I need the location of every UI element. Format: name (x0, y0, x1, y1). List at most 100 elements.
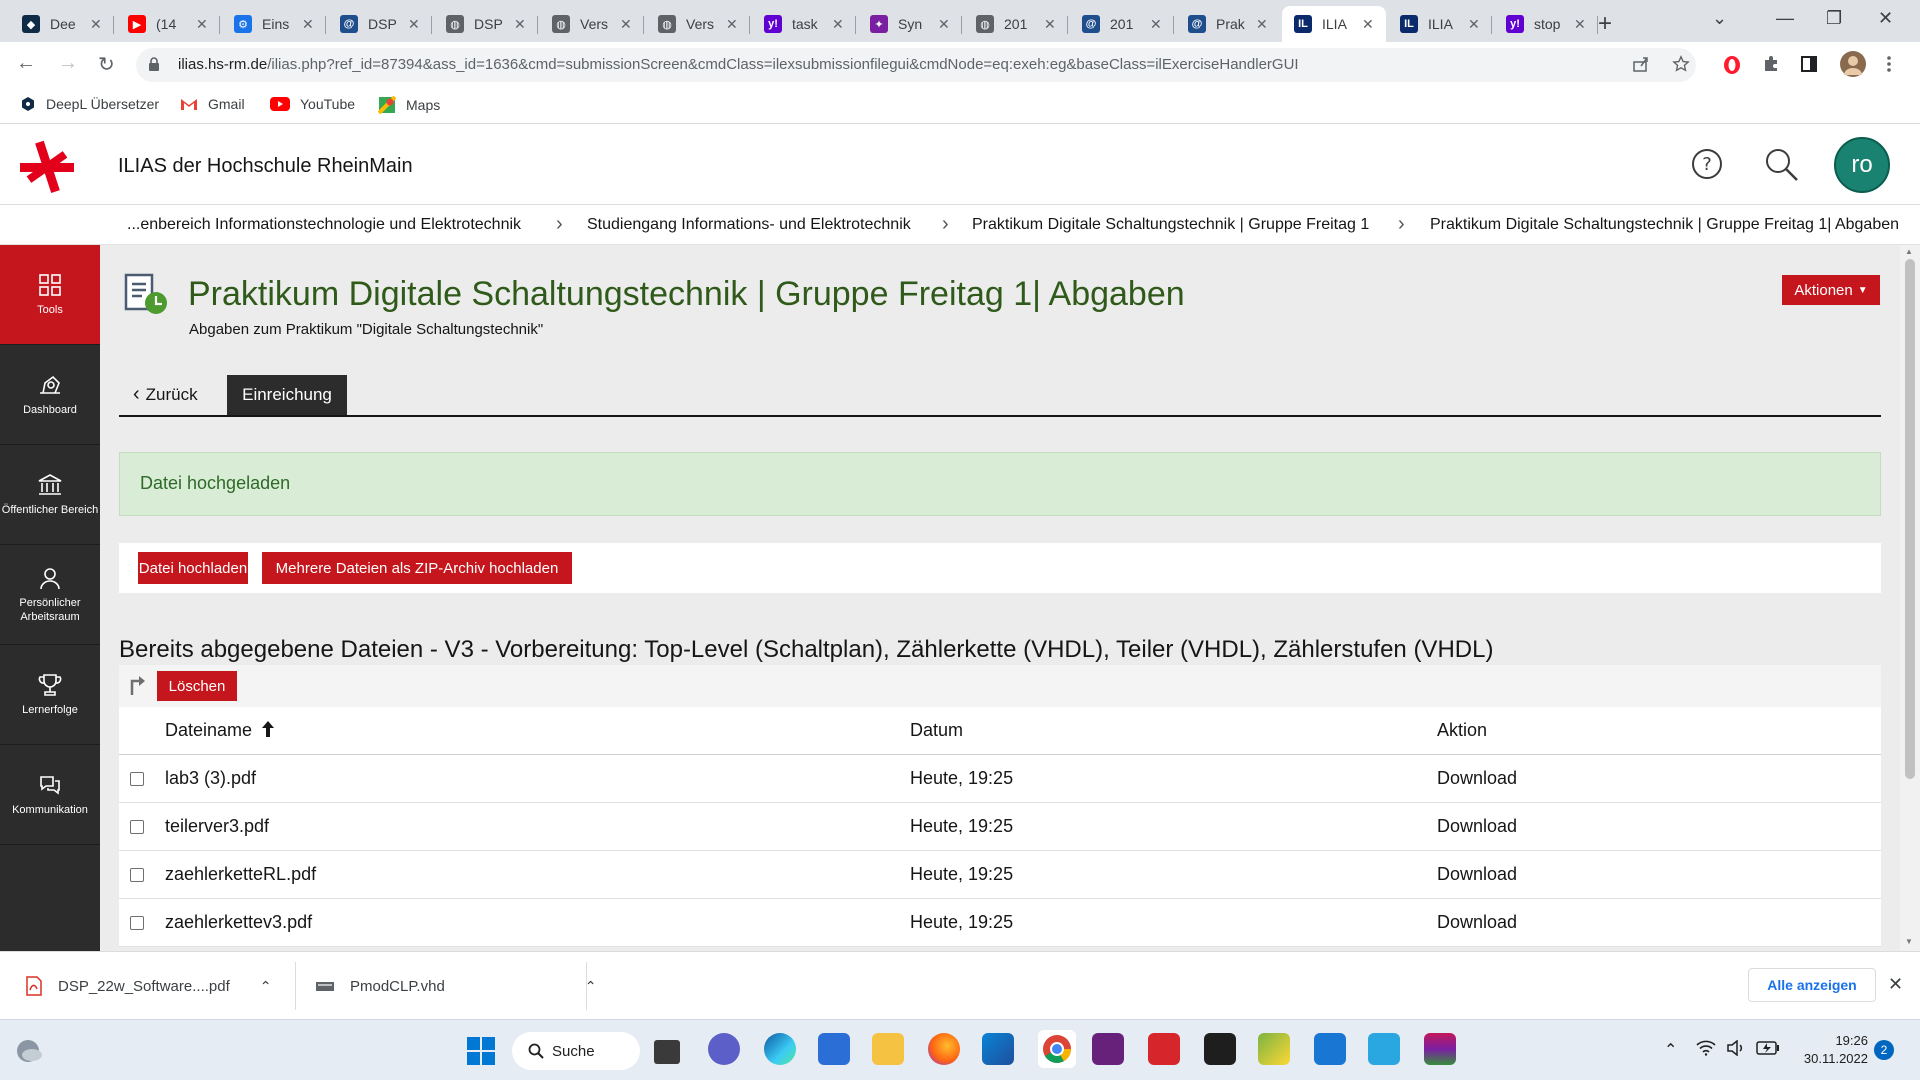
bookmark-deepl[interactable]: DeepL Übersetzer (20, 96, 159, 112)
notepad-icon[interactable] (1368, 1033, 1400, 1065)
breadcrumb-item[interactable]: Studiengang Informations- und Elektrotec… (587, 216, 911, 234)
browser-tab[interactable]: y! task ✕ (752, 6, 856, 42)
sidebar-item-communication[interactable]: Kommunikation (0, 745, 100, 845)
browser-tab[interactable]: ▶ (14 ✕ (116, 6, 220, 42)
delete-button[interactable]: Löschen (157, 671, 237, 701)
browser-tab[interactable]: ◍ DSP ✕ (434, 6, 538, 42)
profile-avatar-icon[interactable] (1840, 51, 1866, 77)
winrar-icon[interactable] (1424, 1033, 1456, 1065)
chrome-active-slot[interactable] (1038, 1030, 1076, 1068)
bookmark-youtube[interactable]: YouTube (270, 96, 355, 112)
back-tab[interactable]: ‹ Zurück (133, 383, 198, 406)
back-icon[interactable]: ← (16, 52, 36, 75)
url-text[interactable]: ilias.hs-rm.de/ilias.php?ref_id=87394&as… (178, 56, 1299, 73)
download-link[interactable]: Download (1437, 912, 1517, 933)
upload-zip-button[interactable]: Mehrere Dateien als ZIP-Archiv hochladen (262, 552, 572, 584)
scroll-up-icon[interactable]: ▲ (1905, 247, 1913, 256)
browser-tab[interactable]: @201 ✕ (1070, 6, 1174, 42)
windows-start-icon[interactable] (466, 1036, 496, 1066)
browser-tab[interactable]: ◍ 201 ✕ (964, 6, 1068, 42)
close-tab-icon[interactable]: ✕ (726, 16, 738, 33)
close-tab-icon[interactable]: ✕ (1574, 16, 1586, 33)
sidebar-item-dashboard[interactable]: Dashboard (0, 345, 100, 445)
browser-tab[interactable]: ◆ Dee ✕ (10, 6, 114, 42)
reload-icon[interactable]: ↻ (98, 52, 115, 77)
maximize-icon[interactable]: ❐ (1826, 8, 1842, 29)
close-tab-icon[interactable]: ✕ (1044, 16, 1056, 33)
bookmark-star-icon[interactable] (1672, 55, 1690, 73)
bookmark-gmail[interactable]: Gmail (180, 96, 245, 112)
notification-badge[interactable]: 2 (1874, 1040, 1894, 1060)
download-link[interactable]: Download (1437, 864, 1517, 885)
breadcrumb-item[interactable]: Praktikum Digitale Schaltungstechnik | G… (972, 216, 1369, 234)
side-panel-icon[interactable] (1800, 55, 1818, 73)
system-clock[interactable]: 19:26 30.11.2022 (1798, 1032, 1868, 1068)
browser-tab[interactable]: ✦ Syn ✕ (858, 6, 962, 42)
terminal-icon[interactable] (1204, 1033, 1236, 1065)
app-shark-icon[interactable] (982, 1033, 1014, 1065)
download-link[interactable]: Download (1437, 816, 1517, 837)
close-tab-icon[interactable]: ✕ (1256, 16, 1268, 33)
lock-icon[interactable] (148, 57, 160, 72)
visual-studio-icon[interactable] (1092, 1033, 1124, 1065)
browser-tab[interactable]: IL ILIA ✕ (1282, 6, 1386, 42)
column-header-date[interactable]: Datum (910, 720, 963, 741)
photos-icon[interactable] (1314, 1033, 1346, 1065)
task-view-icon[interactable] (654, 1040, 680, 1064)
browser-tab[interactable]: @ Prak ✕ (1176, 6, 1280, 42)
chevron-up-icon[interactable]: ⌃ (260, 978, 272, 995)
close-tab-icon[interactable]: ✕ (408, 16, 420, 33)
close-tab-icon[interactable]: ✕ (938, 16, 950, 33)
breadcrumb-item-current[interactable]: Praktikum Digitale Schaltungstechnik | G… (1430, 216, 1899, 234)
scroll-down-icon[interactable]: ▼ (1905, 937, 1913, 946)
browser-tab[interactable]: @ DSP ✕ (328, 6, 432, 42)
close-tab-icon[interactable]: ✕ (196, 16, 208, 33)
bookmark-maps[interactable]: Maps (378, 96, 440, 114)
close-window-icon[interactable]: ✕ (1878, 8, 1893, 29)
forward-icon[interactable]: → (58, 52, 78, 75)
firefox-icon[interactable] (928, 1033, 960, 1065)
scrollbar-thumb[interactable] (1905, 259, 1915, 779)
tab-einreichung[interactable]: Einreichung (227, 375, 347, 415)
row-checkbox[interactable] (130, 820, 144, 834)
minimize-icon[interactable]: — (1776, 8, 1794, 29)
user-avatar[interactable]: ro (1834, 137, 1890, 193)
vivado-icon[interactable] (1258, 1033, 1290, 1065)
wifi-icon[interactable] (1696, 1040, 1716, 1056)
help-icon[interactable]: ? (1690, 147, 1724, 181)
close-tab-icon[interactable]: ✕ (90, 16, 102, 33)
teams-chat-icon[interactable] (708, 1033, 740, 1065)
sidebar-item-personal-workspace[interactable]: Persönlicher Arbeitsraum (0, 545, 100, 645)
download-item[interactable]: DSP_22w_Software....pdf ⌃ (26, 952, 272, 1020)
row-checkbox[interactable] (130, 772, 144, 786)
hsrm-logo-icon[interactable] (18, 139, 76, 195)
battery-icon[interactable] (1756, 1041, 1780, 1055)
download-link[interactable]: Download (1437, 768, 1517, 789)
close-shelf-icon[interactable]: ✕ (1888, 974, 1903, 995)
actions-dropdown-button[interactable]: Aktionen ▼ (1782, 275, 1880, 305)
page-scrollbar[interactable]: ▲ ▼ (1900, 245, 1920, 951)
download-item[interactable]: PmodCLP.vhd ⌃ (316, 952, 597, 1020)
browser-tab[interactable]: y! stop ✕ (1494, 6, 1598, 42)
breadcrumb-item[interactable]: ...enbereich Informationstechnologie und… (127, 216, 521, 234)
weather-icon[interactable] (14, 1037, 44, 1065)
file-explorer-icon[interactable] (872, 1033, 904, 1065)
taskbar-search[interactable]: Suche (512, 1032, 640, 1070)
tab-search-icon[interactable]: ⌄ (1712, 8, 1727, 29)
sidebar-item-achievements[interactable]: Lernerfolge (0, 645, 100, 745)
close-tab-icon[interactable]: ✕ (514, 16, 526, 33)
store-icon[interactable] (818, 1033, 850, 1065)
share-icon[interactable] (1632, 55, 1650, 73)
column-header-filename[interactable]: Dateiname (165, 720, 275, 741)
new-tab-button[interactable]: + (1598, 10, 1612, 38)
browser-tab[interactable]: ◍ Vers ✕ (540, 6, 644, 42)
sidebar-item-tools[interactable]: Tools (0, 245, 100, 345)
row-checkbox[interactable] (130, 868, 144, 882)
upload-file-button[interactable]: Datei hochladen (138, 552, 248, 584)
close-tab-icon[interactable]: ✕ (302, 16, 314, 33)
close-tab-icon[interactable]: ✕ (1468, 16, 1480, 33)
close-tab-icon[interactable]: ✕ (620, 16, 632, 33)
sidebar-item-public-area[interactable]: Öffentlicher Bereich (0, 445, 100, 545)
site-title[interactable]: ILIAS der Hochschule RheinMain (118, 155, 413, 178)
close-tab-icon[interactable]: ✕ (1362, 16, 1374, 33)
